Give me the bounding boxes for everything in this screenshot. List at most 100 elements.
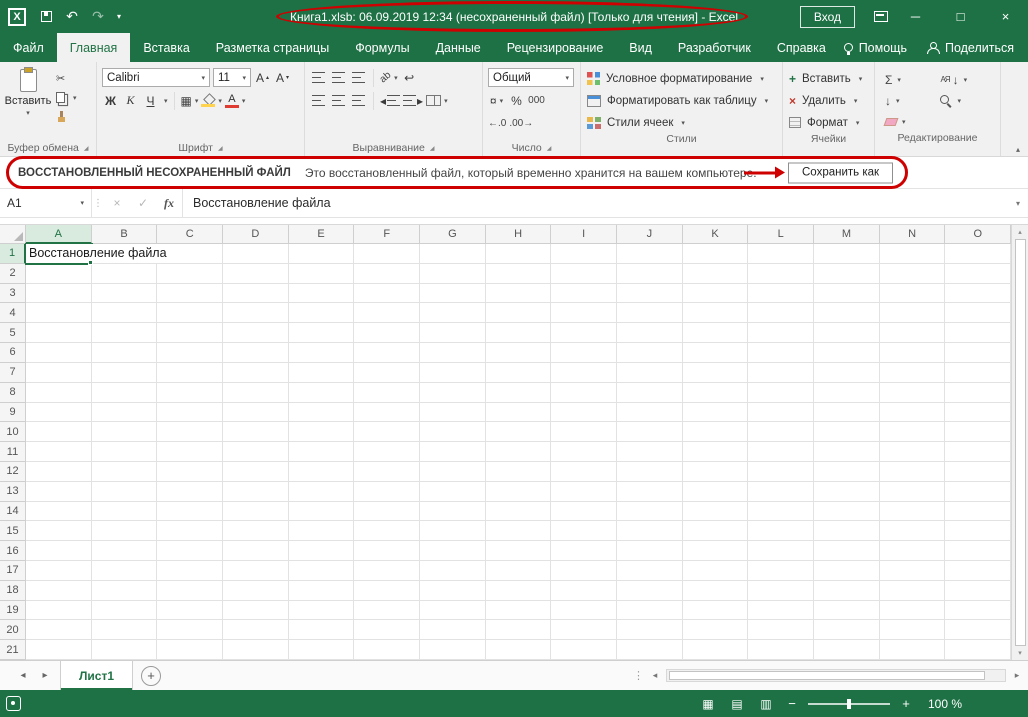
cell-I15[interactable] [551, 521, 618, 542]
increase-decimal-button[interactable]: ←.0 [488, 114, 506, 133]
cell-L19[interactable] [748, 600, 815, 621]
cell-M16[interactable] [814, 541, 880, 561]
cell-N17[interactable] [879, 561, 946, 581]
row-header-11[interactable]: 11 [0, 442, 26, 462]
vertical-scrollbar[interactable]: ▴ ▾ [1011, 225, 1028, 660]
fill-button[interactable]: ↓ ▾ [885, 92, 928, 109]
cell-F21[interactable] [354, 640, 421, 661]
cell-G14[interactable] [420, 501, 486, 522]
cell-K17[interactable] [682, 561, 749, 581]
cell-A12[interactable] [26, 461, 92, 482]
cell-B11[interactable] [91, 442, 158, 462]
cell-G12[interactable] [420, 461, 486, 482]
cell-K12[interactable] [682, 461, 749, 482]
cell-H4[interactable] [485, 303, 552, 324]
autosum-button[interactable]: Σ ▾ [885, 71, 928, 88]
cell-G18[interactable] [420, 580, 486, 601]
column-header-I[interactable]: I [551, 225, 618, 244]
cell-I11[interactable] [551, 442, 618, 462]
cell-G13[interactable] [420, 481, 486, 502]
cell-B19[interactable] [91, 600, 158, 621]
cell-I14[interactable] [551, 501, 618, 522]
cell-J19[interactable] [617, 600, 683, 621]
conditional-formatting-button[interactable]: Условное форматирование ▾ [587, 70, 776, 87]
cell-B18[interactable] [91, 580, 158, 601]
row-header-16[interactable]: 16 [0, 541, 26, 561]
tab-formulas[interactable]: Формулы [342, 33, 422, 62]
cell-D1[interactable] [223, 244, 289, 264]
horizontal-scroll-thumb[interactable] [669, 671, 985, 680]
cell-M12[interactable] [814, 461, 880, 482]
cell-I17[interactable] [551, 561, 618, 581]
redo-button[interactable]: ↷ [86, 4, 110, 30]
cell-O12[interactable] [945, 461, 1012, 482]
cell-D14[interactable] [223, 501, 289, 522]
cell-G11[interactable] [420, 442, 486, 462]
cell-G5[interactable] [420, 323, 486, 344]
cell-E17[interactable] [288, 561, 355, 581]
row-header-7[interactable]: 7 [0, 362, 26, 383]
cell-F1[interactable] [354, 244, 421, 264]
cell-K5[interactable] [682, 323, 749, 344]
row-header-12[interactable]: 12 [0, 461, 26, 482]
cell-K21[interactable] [682, 640, 749, 661]
dialog-launcher-icon[interactable]: ◢ [218, 145, 223, 152]
cell-B12[interactable] [91, 461, 158, 482]
cell-K7[interactable] [682, 362, 749, 383]
tab-developer[interactable]: Разработчик [665, 33, 764, 62]
cell-I5[interactable] [551, 323, 618, 344]
cell-C5[interactable] [157, 323, 224, 344]
cell-J2[interactable] [617, 263, 683, 284]
cell-F5[interactable] [354, 323, 421, 344]
cell-I8[interactable] [551, 382, 618, 403]
cell-H21[interactable] [485, 640, 552, 661]
cell-N20[interactable] [879, 620, 946, 641]
cell-F3[interactable] [354, 283, 421, 304]
cell-L15[interactable] [748, 521, 815, 542]
cell-C20[interactable] [157, 620, 224, 641]
cell-G10[interactable] [420, 422, 486, 443]
cell-K20[interactable] [682, 620, 749, 641]
cell-O15[interactable] [945, 521, 1012, 542]
zoom-out-button[interactable]: − [785, 696, 799, 711]
align-middle-button[interactable] [330, 68, 347, 87]
cell-D17[interactable] [223, 561, 289, 581]
cell-J4[interactable] [617, 303, 683, 324]
cell-L7[interactable] [748, 362, 815, 383]
cell-M18[interactable] [814, 580, 880, 601]
cell-K18[interactable] [682, 580, 749, 601]
cell-A1[interactable]: Восстановление файла [25, 243, 170, 265]
cell-O4[interactable] [945, 303, 1012, 324]
cell-A4[interactable] [26, 303, 92, 324]
cell-J12[interactable] [617, 461, 683, 482]
italic-button[interactable]: К [122, 91, 139, 110]
cell-K16[interactable] [682, 541, 749, 561]
cell-F12[interactable] [354, 461, 421, 482]
cell-H2[interactable] [485, 263, 552, 284]
cell-N16[interactable] [879, 541, 946, 561]
formula-bar-grip[interactable]: ⋮ [92, 189, 104, 217]
cell-C8[interactable] [157, 382, 224, 403]
cell-N15[interactable] [879, 521, 946, 542]
cell-D13[interactable] [223, 481, 289, 502]
insert-function-button[interactable]: fx [156, 189, 182, 217]
sign-in-button[interactable]: Вход [799, 5, 855, 28]
name-box[interactable]: A1 ▾ [0, 189, 92, 217]
cell-M3[interactable] [814, 283, 880, 304]
cell-B4[interactable] [91, 303, 158, 324]
cell-H3[interactable] [485, 283, 552, 304]
cell-D8[interactable] [223, 382, 289, 403]
cell-A11[interactable] [26, 442, 92, 462]
cell-E19[interactable] [288, 600, 355, 621]
cell-O1[interactable] [945, 244, 1012, 264]
cell-J14[interactable] [617, 501, 683, 522]
cell-E1[interactable] [288, 244, 355, 264]
tab-help[interactable]: Справка [764, 33, 839, 62]
row-header-6[interactable]: 6 [0, 343, 26, 363]
cell-F7[interactable] [354, 362, 421, 383]
fill-handle[interactable] [87, 259, 93, 265]
cell-L14[interactable] [748, 501, 815, 522]
close-button[interactable]: × [983, 0, 1028, 33]
excel-logo-icon[interactable]: X [8, 7, 26, 26]
cell-B8[interactable] [91, 382, 158, 403]
